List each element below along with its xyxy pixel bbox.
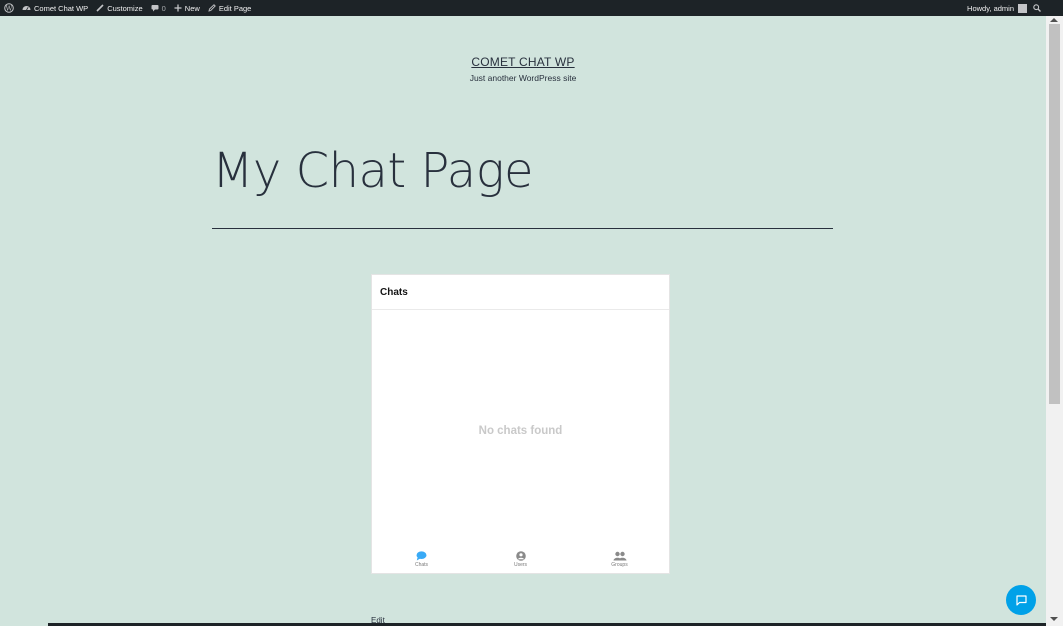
scroll-up-icon[interactable] <box>1050 18 1058 22</box>
tab-groups-label: Groups <box>611 562 628 568</box>
chat-icon <box>1015 594 1027 606</box>
search-icon <box>1033 4 1041 12</box>
site-name-label: Comet Chat WP <box>34 3 89 13</box>
new-label: New <box>184 3 200 13</box>
chat-widget: Chats No chats found Chats Users Groups <box>371 274 670 574</box>
admin-bar-comments[interactable]: 0 <box>147 0 170 16</box>
page-scrollbar[interactable] <box>1046 16 1063 626</box>
floating-chat-button[interactable] <box>1006 585 1036 615</box>
dashboard-icon <box>22 6 31 11</box>
svg-text:W: W <box>6 4 13 12</box>
admin-bar-account[interactable]: Howdy, admin <box>963 0 1029 16</box>
tab-users-label: Users <box>513 562 528 568</box>
admin-bar-edit-page[interactable]: Edit Page <box>204 0 256 16</box>
chat-tab-bar: Chats Users Groups <box>372 551 669 569</box>
scroll-down-icon[interactable] <box>1050 617 1058 621</box>
customize-label: Customize <box>107 3 143 13</box>
chat-header: Chats <box>372 275 669 310</box>
chat-bubble-icon <box>416 551 427 561</box>
howdy-label: Howdy, admin <box>967 3 1014 13</box>
comment-icon <box>151 5 159 12</box>
tab-users[interactable]: Users <box>471 551 570 569</box>
pencil-icon <box>208 4 216 12</box>
tab-chats[interactable]: Chats <box>372 551 471 569</box>
site-title[interactable]: COMET CHAT WP <box>0 55 1046 69</box>
tab-chats-label: Chats <box>414 562 429 568</box>
groups-icon <box>613 551 626 561</box>
admin-bar-site-name[interactable]: Comet Chat WP <box>18 0 92 16</box>
admin-bar-new[interactable]: New <box>170 0 204 16</box>
avatar <box>1018 3 1027 13</box>
wordpress-logo-icon[interactable]: W <box>0 0 18 16</box>
edit-page-label: Edit Page <box>218 3 252 13</box>
tab-groups[interactable]: Groups <box>570 551 669 569</box>
site-description: Just another WordPress site <box>469 73 577 83</box>
page-title: My Chat Page <box>212 143 534 199</box>
admin-bar-search[interactable] <box>1029 0 1063 16</box>
empty-state-message: No chats found <box>478 425 563 437</box>
scrollbar-thumb[interactable] <box>1049 24 1060 404</box>
admin-bar-customize[interactable]: Customize <box>92 0 146 16</box>
title-divider <box>212 228 833 229</box>
user-circle-icon <box>515 551 526 561</box>
comments-count: 0 <box>161 3 166 13</box>
admin-bar: W Comet Chat WP Customize 0 New Edit Pag… <box>0 0 1063 16</box>
plus-icon <box>174 4 182 12</box>
brush-icon <box>96 4 104 12</box>
